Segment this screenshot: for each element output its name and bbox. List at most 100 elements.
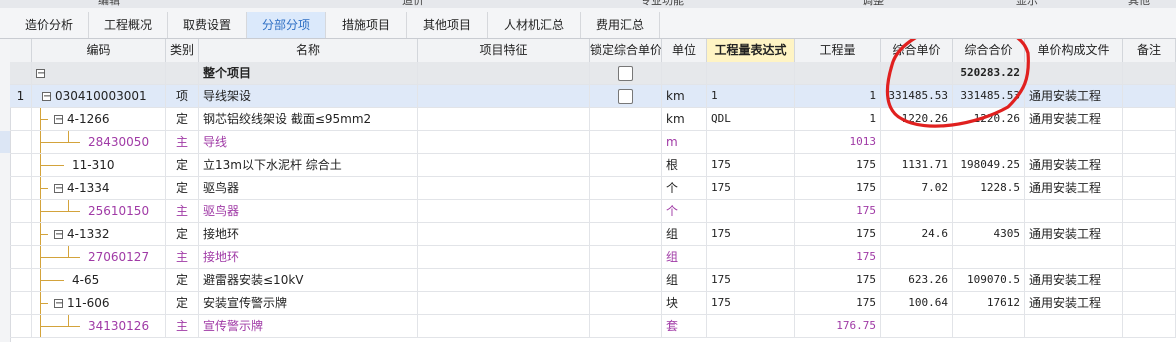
table-row[interactable]: 27060127 主接地环 组 175 bbox=[10, 246, 1176, 269]
cell-feature[interactable] bbox=[418, 154, 590, 176]
cell-code[interactable]: 4-65 bbox=[32, 269, 166, 291]
cell-feature[interactable] bbox=[418, 200, 590, 222]
cell-total[interactable]: 1228.5 bbox=[953, 177, 1025, 199]
header-note[interactable]: 备注 bbox=[1123, 39, 1176, 62]
header-type[interactable]: 类别 bbox=[166, 39, 199, 62]
table-row[interactable]: 1−030410003001 项导线架设 km 1 1 331485.53 331485.5… bbox=[10, 85, 1176, 108]
header-unit-price[interactable]: 综合单价 bbox=[881, 39, 953, 62]
cell-file[interactable] bbox=[1025, 200, 1123, 222]
cell-unit-price[interactable] bbox=[881, 315, 953, 337]
cell-feature[interactable] bbox=[418, 315, 590, 337]
tab-other-items[interactable]: 其他项目 bbox=[407, 12, 488, 38]
cell-unit-price[interactable] bbox=[881, 200, 953, 222]
menu-display[interactable]: 显示 bbox=[1016, 0, 1038, 8]
tab-measures[interactable]: 措施项目 bbox=[326, 12, 407, 38]
cell-unit-price[interactable]: 331485.53 bbox=[881, 85, 953, 107]
cell-code[interactable]: −030410003001 bbox=[32, 85, 166, 107]
cell-total[interactable]: 17612 bbox=[953, 292, 1025, 314]
menu-edit[interactable]: 编辑 bbox=[98, 0, 120, 8]
cell-expr[interactable]: 175 bbox=[707, 269, 795, 291]
cell-unit[interactable]: 组 bbox=[662, 269, 707, 291]
header-unit[interactable]: 单位 bbox=[662, 39, 707, 62]
collapse-toggle-icon[interactable]: − bbox=[42, 92, 51, 102]
header-lock-price[interactable]: 锁定综合单价 bbox=[590, 39, 662, 62]
cell-type[interactable]: 主 bbox=[166, 200, 199, 222]
cell-file[interactable]: 通用安装工程 bbox=[1025, 292, 1123, 314]
cell-lock[interactable] bbox=[590, 131, 662, 153]
cell-total[interactable] bbox=[953, 131, 1025, 153]
cell-type[interactable]: 定 bbox=[166, 108, 199, 130]
cell-unit[interactable]: 组 bbox=[662, 246, 707, 268]
table-row[interactable]: 34130126 主宣传警示牌 套 176.75 bbox=[10, 315, 1176, 338]
collapse-toggle-icon[interactable]: − bbox=[54, 184, 63, 194]
table-row[interactable]: −4-1266 定钢芯铝绞线架设 截面≤95mm2 km QDL 1 1220.26 122… bbox=[10, 108, 1176, 131]
cell-type[interactable]: 定 bbox=[166, 292, 199, 314]
cell-note[interactable] bbox=[1123, 108, 1176, 130]
cell-total[interactable]: 109070.5 bbox=[953, 269, 1025, 291]
cell-note[interactable] bbox=[1123, 315, 1176, 337]
table-row[interactable]: 11-310 定立13m以下水泥杆 综合土根 175 175 1131.71 198049… bbox=[10, 154, 1176, 177]
cell-expr[interactable] bbox=[707, 200, 795, 222]
cell-total[interactable] bbox=[953, 246, 1025, 268]
cell-code[interactable]: −11-606 bbox=[32, 292, 166, 314]
cell-type[interactable]: 定 bbox=[166, 177, 199, 199]
cell-unit[interactable]: 根 bbox=[662, 154, 707, 176]
table-row[interactable]: −4-1334 定驱鸟器个 175 175 7.02 1228.5 通用安装工程 bbox=[10, 177, 1176, 200]
cell-note[interactable] bbox=[1123, 246, 1176, 268]
header-quantity[interactable]: 工程量 bbox=[795, 39, 881, 62]
cell-code[interactable]: −4-1266 bbox=[32, 108, 166, 130]
cell-code[interactable]: −4-1332 bbox=[32, 223, 166, 245]
tab-project-overview[interactable]: 工程概况 bbox=[89, 12, 168, 38]
menu-other[interactable]: 其他 bbox=[1128, 0, 1150, 8]
cell-name[interactable]: 接地环 bbox=[199, 246, 418, 268]
cell-lock[interactable] bbox=[590, 292, 662, 314]
cell-name[interactable]: 驱鸟器 bbox=[199, 200, 418, 222]
header-price-file[interactable]: 单价构成文件 bbox=[1025, 39, 1123, 62]
cell-note[interactable] bbox=[1123, 223, 1176, 245]
cell-unit-price[interactable] bbox=[881, 131, 953, 153]
cell-type[interactable]: 定 bbox=[166, 269, 199, 291]
cell-file[interactable]: 通用安装工程 bbox=[1025, 223, 1123, 245]
cell-feature[interactable] bbox=[418, 292, 590, 314]
cell-note[interactable] bbox=[1123, 154, 1176, 176]
cell-total[interactable]: 4305 bbox=[953, 223, 1025, 245]
cell-expr[interactable] bbox=[707, 315, 795, 337]
cell-note[interactable] bbox=[1123, 200, 1176, 222]
cell-file[interactable]: 通用安装工程 bbox=[1025, 269, 1123, 291]
cell-expr[interactable] bbox=[707, 246, 795, 268]
cell-expr[interactable]: 175 bbox=[707, 177, 795, 199]
tab-cost-analysis[interactable]: 造价分析 bbox=[10, 12, 89, 38]
cell-lock[interactable] bbox=[590, 246, 662, 268]
cell-feature[interactable] bbox=[418, 131, 590, 153]
cell-lock[interactable] bbox=[590, 223, 662, 245]
table-row[interactable]: −4-1332 定接地环组 175 175 24.6 4305 通用安装工程 bbox=[10, 223, 1176, 246]
collapse-toggle-icon[interactable]: − bbox=[36, 69, 45, 79]
header-code[interactable]: 编码 bbox=[32, 39, 166, 62]
cell-name[interactable]: 导线架设 bbox=[199, 85, 418, 107]
cell-file[interactable]: 通用安装工程 bbox=[1025, 177, 1123, 199]
collapse-toggle-icon[interactable]: − bbox=[54, 115, 63, 125]
summary-row[interactable]: − 整个项目 520283.22 bbox=[10, 62, 1176, 85]
menu-adjust[interactable]: 调整 bbox=[862, 0, 884, 8]
cell-unit[interactable]: 组 bbox=[662, 223, 707, 245]
cell-code[interactable]: −4-1334 bbox=[32, 177, 166, 199]
cell-qty[interactable]: 175 bbox=[795, 200, 881, 222]
cell-feature[interactable] bbox=[418, 108, 590, 130]
cell-total[interactable] bbox=[953, 315, 1025, 337]
cell-file[interactable]: 通用安装工程 bbox=[1025, 85, 1123, 107]
cell-unit-price[interactable]: 100.64 bbox=[881, 292, 953, 314]
cell-note[interactable] bbox=[1123, 269, 1176, 291]
table-row[interactable]: 4-65 定避雷器安装≤10kV 组 175 175 623.26 109070.5 通用安装… bbox=[10, 269, 1176, 292]
lock-checkbox[interactable] bbox=[618, 89, 633, 104]
cell-code[interactable]: 11-310 bbox=[32, 154, 166, 176]
cell-unit-price[interactable]: 7.02 bbox=[881, 177, 953, 199]
cell-qty[interactable]: 175 bbox=[795, 223, 881, 245]
cell-feature[interactable] bbox=[418, 269, 590, 291]
header-quantity-expression[interactable]: 工程量表达式 bbox=[707, 39, 795, 62]
cell-feature[interactable] bbox=[418, 85, 590, 107]
cell-name[interactable]: 接地环 bbox=[199, 223, 418, 245]
cell-type[interactable]: 定 bbox=[166, 223, 199, 245]
tab-resource-summary[interactable]: 人材机汇总 bbox=[488, 12, 581, 38]
table-row[interactable]: −11-606 定安装宣传警示牌块 175 175 100.64 17612 通用安装工程 bbox=[10, 292, 1176, 315]
tab-sub-items[interactable]: 分部分项 bbox=[247, 12, 326, 38]
